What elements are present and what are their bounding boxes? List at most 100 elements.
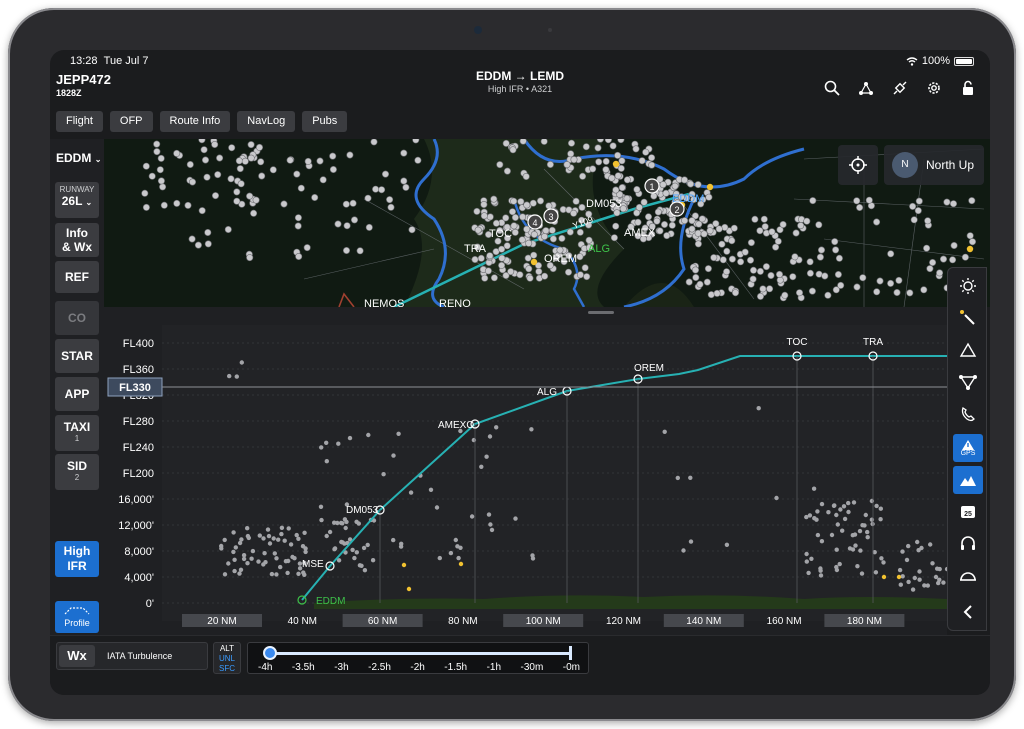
map-point <box>153 148 161 156</box>
sun-brightness-icon[interactable] <box>953 272 983 300</box>
map-point <box>747 239 755 247</box>
map-point <box>517 198 525 206</box>
map-point <box>759 285 767 293</box>
map-point <box>803 217 811 225</box>
route-network-icon[interactable] <box>858 80 874 96</box>
co-button[interactable]: CO <box>55 301 99 335</box>
recenter-button[interactable] <box>838 145 878 185</box>
map-point <box>671 182 679 190</box>
triangle-icon[interactable] <box>953 336 983 364</box>
terrain-point <box>391 453 396 458</box>
terrain-point <box>219 546 224 551</box>
terrain-point <box>266 533 272 539</box>
map-point <box>412 139 420 144</box>
map-point <box>719 256 727 264</box>
enroute-map[interactable]: DM053 AMEX ALG TRA OREM EDDM Y109 NEMOS … <box>104 139 990 307</box>
terrain-point <box>296 536 301 541</box>
terrain-point <box>675 475 680 481</box>
terrain-point <box>361 545 367 551</box>
map-point <box>680 176 688 184</box>
terrain-point <box>370 558 376 563</box>
map-point <box>687 180 695 188</box>
search-icon[interactable] <box>824 80 840 96</box>
terrain-point <box>881 560 886 565</box>
y-axis-label: 12,000' <box>118 520 154 532</box>
profile-button[interactable]: Profile <box>55 601 99 633</box>
airport-selector[interactable]: EDDM ⌄ <box>56 151 101 165</box>
map-point <box>204 240 212 248</box>
map-point <box>696 280 704 288</box>
map-point <box>473 207 481 215</box>
map-point <box>189 178 197 186</box>
tab-navlog[interactable]: NavLog <box>237 111 296 132</box>
map-point <box>319 176 327 184</box>
chevron-left-icon[interactable] <box>953 598 983 626</box>
weather-layer-control[interactable]: Wx IATA Turbulence <box>56 642 208 670</box>
map-point <box>775 270 783 278</box>
map-point <box>623 194 631 202</box>
runway-button[interactable]: RUNWAY 26L ⌄ <box>55 182 99 218</box>
satellite-icon[interactable] <box>892 80 908 96</box>
map-point <box>595 158 603 166</box>
tab-pubs[interactable]: Pubs <box>302 111 348 132</box>
app-button[interactable]: APP <box>55 377 99 411</box>
airport-25-icon[interactable]: 25 <box>953 498 983 526</box>
map-point <box>237 180 245 188</box>
phone-frequency-icon[interactable] <box>953 400 983 428</box>
terrain-point <box>530 553 535 558</box>
terrain-point <box>487 434 493 439</box>
info-wx-button[interactable]: Info & Wx <box>55 223 99 257</box>
map-point <box>214 171 222 179</box>
map-point <box>141 189 149 197</box>
time-slider[interactable]: -4h -3.5h -3h -2.5h -2h -1.5h -1h -30m -0m <box>247 642 589 674</box>
terrain-point <box>906 543 911 549</box>
pen-draw-icon[interactable] <box>953 304 983 332</box>
ref-button[interactable]: REF <box>55 261 99 293</box>
map-point <box>834 271 842 279</box>
star-button[interactable]: STAR <box>55 339 99 373</box>
terrain-icon[interactable] <box>953 466 983 494</box>
north-up-button[interactable]: N North Up <box>884 145 984 185</box>
terrain-point <box>282 538 287 543</box>
time-slider-knob[interactable] <box>263 646 277 660</box>
map-point <box>490 195 498 203</box>
sid-button[interactable]: SID 2 <box>55 454 99 490</box>
terrain-point <box>941 580 946 585</box>
panel-grabber[interactable] <box>588 311 614 314</box>
map-point <box>939 255 947 263</box>
time-slider-end[interactable] <box>569 646 572 660</box>
map-point <box>142 162 150 170</box>
vertical-profile[interactable]: EDDM MSE DM053 AMEXO ALG OREM TOC TRA FL400 FL36… <box>104 307 947 635</box>
map-point <box>662 189 670 197</box>
terrain-point <box>278 564 283 570</box>
tab-flight[interactable]: Flight <box>56 111 103 132</box>
dome-icon[interactable] <box>953 562 983 590</box>
tab-route-info[interactable]: Route Info <box>159 111 231 132</box>
camera <box>474 26 482 34</box>
map-point <box>142 203 150 211</box>
altitude-filter[interactable]: ALT UNL SFC <box>213 642 241 674</box>
map-point <box>228 144 236 152</box>
tab-ofp[interactable]: OFP <box>109 111 153 132</box>
map-point <box>295 253 303 261</box>
map-point <box>400 149 408 157</box>
terrain-point <box>354 519 359 524</box>
map-point <box>523 201 531 209</box>
wx-button[interactable]: Wx <box>59 645 95 667</box>
map-point <box>204 229 212 237</box>
map-point <box>920 286 928 294</box>
unlock-icon[interactable] <box>960 80 976 96</box>
airspace-icon[interactable] <box>953 368 983 396</box>
map-point <box>613 209 621 217</box>
headset-icon[interactable] <box>953 530 983 558</box>
high-ifr-button[interactable]: High IFR <box>55 541 99 577</box>
map-point <box>723 247 731 255</box>
taxi-button[interactable]: TAXI 1 <box>55 415 99 451</box>
settings-gear-icon[interactable] <box>926 80 942 96</box>
sensor <box>548 28 552 32</box>
map-point <box>876 277 884 285</box>
map-point <box>926 265 934 273</box>
map-point <box>906 289 914 297</box>
gps-warning-icon[interactable]: GPS <box>953 434 983 462</box>
map-point <box>519 213 527 221</box>
